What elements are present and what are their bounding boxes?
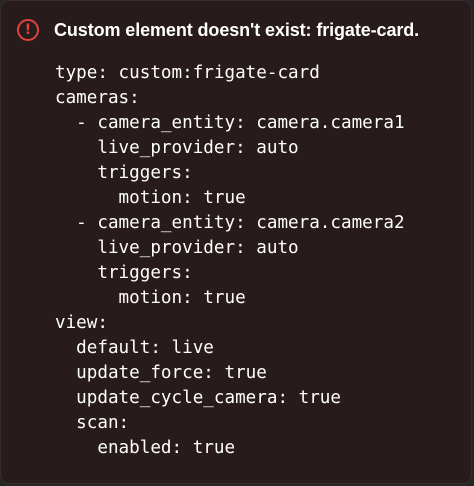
yaml-line: scan: bbox=[55, 413, 130, 433]
yaml-line: update_force: true bbox=[55, 363, 267, 383]
yaml-line: cameras: bbox=[55, 88, 140, 108]
yaml-line: view: bbox=[55, 313, 108, 333]
yaml-line: - camera_entity: camera.camera1 bbox=[55, 113, 405, 133]
yaml-line: live_provider: auto bbox=[55, 138, 299, 158]
yaml-line: default: live bbox=[55, 338, 214, 358]
yaml-line: live_provider: auto bbox=[55, 238, 299, 258]
card-config-yaml: type: custom:frigate-card cameras: - came… bbox=[55, 61, 405, 461]
error-header: ! Custom element doesn't exist: frigate-… bbox=[17, 17, 419, 43]
alert-circle-icon: ! bbox=[17, 19, 39, 41]
yaml-line: enabled: true bbox=[55, 438, 236, 458]
yaml-line: motion: true bbox=[55, 188, 246, 208]
yaml-line: type: custom:frigate-card bbox=[55, 63, 320, 83]
error-card: ! Custom element doesn't exist: frigate-… bbox=[0, 0, 472, 484]
error-title: Custom element doesn't exist: frigate-ca… bbox=[54, 19, 420, 40]
yaml-line: update_cycle_camera: true bbox=[55, 388, 341, 408]
yaml-line: motion: true bbox=[55, 288, 246, 308]
yaml-line: triggers: bbox=[55, 263, 193, 283]
yaml-line: triggers: bbox=[55, 163, 193, 183]
yaml-line: - camera_entity: camera.camera2 bbox=[55, 213, 405, 233]
